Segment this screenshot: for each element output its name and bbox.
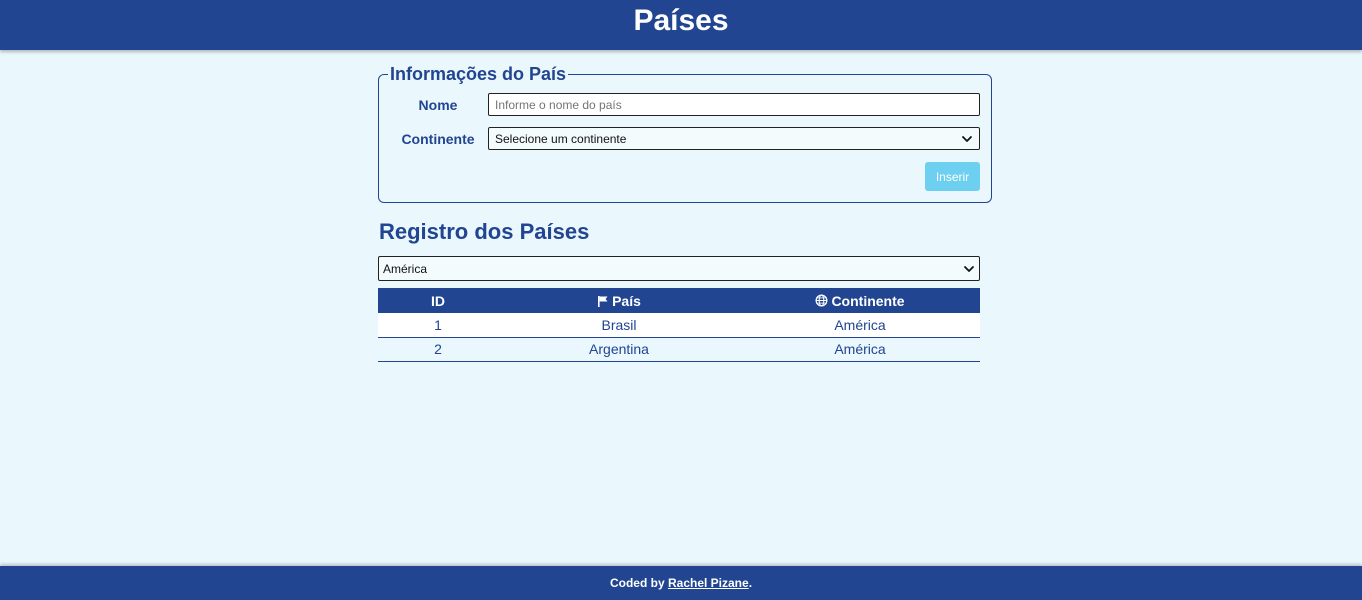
footer-suffix: .	[748, 576, 753, 590]
table-row: 2 Argentina América	[378, 337, 980, 361]
author-link[interactable]: Rachel Pizane	[668, 576, 749, 590]
continent-label: Continente	[401, 130, 475, 147]
cell-country: Argentina	[589, 341, 649, 357]
form-actions: Inserir	[390, 162, 980, 191]
page-header: Países	[0, 0, 1362, 50]
chevron-down-icon	[962, 135, 972, 142]
column-header-country: País	[498, 288, 740, 313]
cell-continent: América	[834, 341, 886, 357]
page-title: Países	[633, 4, 729, 37]
table-header-row: ID País Continente	[378, 288, 980, 313]
continent-select[interactable]: Selecione um continente	[488, 127, 980, 150]
chevron-down-icon	[964, 265, 974, 272]
column-header-id: ID	[431, 292, 445, 309]
name-label: Nome	[418, 96, 458, 113]
country-name-input[interactable]	[488, 93, 980, 116]
insert-button[interactable]: Inserir	[925, 162, 980, 191]
continent-filter-value: América	[383, 261, 428, 276]
countries-table: ID País Continente 1 Brasil América 2 Ar…	[378, 288, 980, 362]
column-header-continent: Continente	[740, 288, 980, 313]
page-footer: Coded by Rachel Pizane.	[0, 566, 1362, 600]
cell-id: 1	[434, 316, 442, 333]
cell-id: 2	[434, 341, 442, 357]
country-info-fieldset: Informações do País Nome Continente Sele…	[378, 64, 992, 203]
cell-country: Brasil	[601, 316, 637, 333]
table-row: 1 Brasil América	[378, 313, 980, 337]
cell-continent: América	[834, 316, 886, 333]
country-info-legend: Informações do País	[390, 64, 567, 84]
name-row: Nome	[390, 93, 980, 116]
continent-row: Continente Selecione um continente	[390, 127, 980, 150]
registry-title: Registro dos Países	[379, 219, 590, 244]
globe-icon	[815, 294, 828, 306]
continent-filter-select[interactable]: América	[378, 256, 980, 281]
main-content: Informações do País Nome Continente Sele…	[378, 64, 992, 362]
flag-icon	[598, 295, 608, 307]
footer-prefix: Coded by	[609, 576, 665, 590]
continent-select-value: Selecione um continente	[495, 131, 627, 146]
